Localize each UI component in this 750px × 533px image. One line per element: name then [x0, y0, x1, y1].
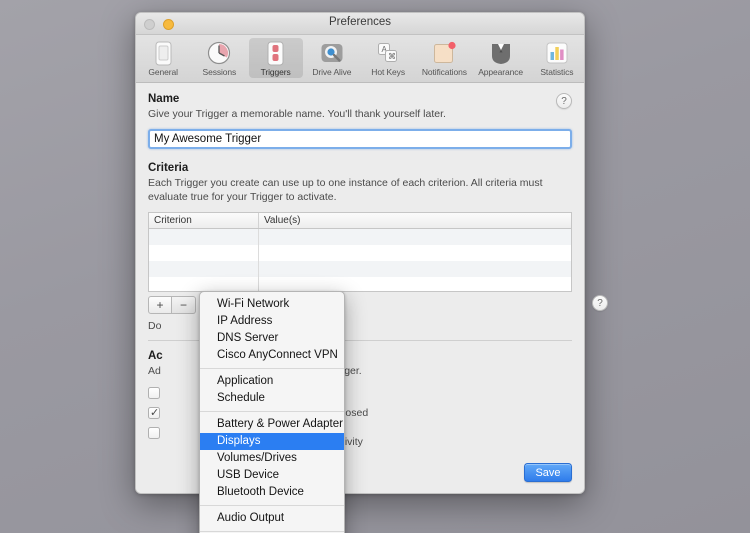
toolbar-item-general[interactable]: General [136, 38, 190, 78]
toolbar-label-sessions: Sessions [202, 67, 237, 77]
toolbar-label-triggers: Triggers [260, 67, 291, 77]
menu-item-cisco-anyconnect-vpn[interactable]: Cisco AnyConnect VPN [200, 347, 344, 364]
actions-help-button[interactable]: ? [592, 295, 608, 311]
preferences-toolbar: General Sessions Triggers Drive Alive A ⌘ [136, 35, 584, 83]
toolbar-label-statistics: Statistics [540, 67, 574, 77]
toolbar-label-appearance: Appearance [478, 67, 524, 77]
keyboard-keys-icon: A ⌘ [376, 40, 400, 66]
table-row[interactable] [149, 228, 571, 245]
toolbar-label-general: General [148, 67, 178, 77]
menu-separator [200, 411, 344, 412]
toolbar-item-drive-alive[interactable]: Drive Alive [305, 38, 359, 78]
bar-chart-icon [546, 40, 568, 66]
toolbar-label-drive-alive: Drive Alive [312, 67, 352, 77]
table-row[interactable] [149, 260, 571, 277]
svg-text:⌘: ⌘ [388, 52, 396, 61]
window-title: Preferences [328, 16, 391, 28]
name-section-description: Give your Trigger a memorable name. You'… [148, 108, 446, 120]
table-row[interactable] [149, 276, 571, 291]
toolbar-item-sessions[interactable]: Sessions [192, 38, 246, 78]
toolbar-item-triggers[interactable]: Triggers [248, 38, 303, 78]
criteria-section-heading: Criteria [148, 161, 189, 174]
name-help-button[interactable]: ? [556, 93, 572, 109]
cell-criterion [149, 228, 259, 245]
menu-item-application[interactable]: Application [200, 373, 344, 390]
table-row[interactable] [149, 244, 571, 261]
criteria-table-header: Criterion Value(s) [149, 212, 571, 229]
toolbar-item-statistics[interactable]: Statistics [530, 38, 584, 78]
column-header-values: Value(s) [264, 214, 301, 226]
note-prefix: Do [148, 319, 162, 332]
menu-separator [200, 368, 344, 369]
cell-value [259, 261, 571, 277]
actions-desc-prefix: Ad [148, 364, 161, 377]
menu-item-battery-power-adapter[interactable]: Battery & Power Adapter [200, 416, 344, 433]
menu-separator [200, 531, 344, 532]
toolbar-item-hot-keys[interactable]: A ⌘ Hot Keys [361, 38, 415, 78]
menu-item-bluetooth-device[interactable]: Bluetooth Device [200, 484, 344, 501]
toolbar-item-notifications[interactable]: Notifications [417, 38, 471, 78]
cell-criterion [149, 260, 259, 277]
remove-criterion-button[interactable]: − [172, 295, 196, 314]
column-header-criterion: Criterion [149, 212, 259, 228]
checkbox-icon[interactable] [148, 387, 160, 400]
menu-item-usb-device[interactable]: USB Device [200, 467, 344, 484]
tuxedo-icon [490, 40, 512, 66]
iphone-icon [155, 40, 172, 66]
menu-item-dns-server[interactable]: DNS Server [200, 330, 344, 347]
criterion-type-menu[interactable]: Wi-Fi Network IP Address DNS Server Cisc… [199, 291, 345, 533]
trigger-name-input[interactable] [148, 128, 572, 149]
criteria-table[interactable]: Criterion Value(s) [148, 211, 572, 292]
hard-drive-icon [320, 40, 344, 66]
cell-value [259, 245, 571, 261]
menu-item-displays[interactable]: Displays [200, 433, 344, 450]
menu-item-ip-address[interactable]: IP Address [200, 313, 344, 330]
menu-item-volumes-drives[interactable]: Volumes/Drives [200, 450, 344, 467]
note-badge-icon [432, 40, 456, 66]
cell-value [259, 229, 571, 245]
cell-criterion [149, 276, 259, 291]
battery-cells-icon [267, 40, 284, 66]
save-button[interactable]: Save [524, 463, 572, 482]
clock-icon [207, 40, 231, 66]
menu-separator [200, 505, 344, 506]
toolbar-item-appearance[interactable]: Appearance [474, 38, 528, 78]
name-section-heading: Name [148, 93, 180, 105]
checkbox-icon[interactable] [148, 427, 160, 440]
menu-item-schedule[interactable]: Schedule [200, 390, 344, 407]
criteria-section-description: Each Trigger you create can use up to on… [148, 176, 543, 203]
add-criterion-button[interactable]: + [148, 295, 172, 314]
menu-item-wifi-network[interactable]: Wi-Fi Network [200, 296, 344, 313]
menu-item-audio-output[interactable]: Audio Output [200, 510, 344, 527]
checkbox-checked-icon[interactable] [148, 406, 160, 420]
toolbar-label-notifications: Notifications [421, 67, 467, 77]
toolbar-label-hot-keys: Hot Keys [371, 67, 405, 77]
cell-criterion [149, 244, 259, 261]
cell-value [259, 277, 571, 291]
window-titlebar[interactable]: Preferences [136, 13, 584, 35]
